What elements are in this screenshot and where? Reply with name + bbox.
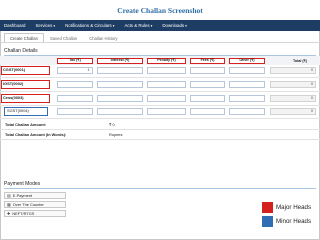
igst-interest-input[interactable] [97, 81, 143, 88]
spinner-icon[interactable]: ⇕ [87, 68, 90, 72]
cess-fees-input[interactable] [190, 95, 225, 102]
column-header-interest: Interest (₹) [97, 58, 143, 64]
legend-swatch-major [262, 202, 273, 213]
column-header-total: Total (₹) [293, 59, 307, 63]
cess-penalty-input[interactable] [147, 95, 186, 102]
column-header-other: Other (₹) [229, 58, 265, 64]
nav-dashboard[interactable]: Dashboard [4, 23, 25, 28]
cgst-other-input[interactable] [229, 67, 265, 74]
row-divider [0, 139, 320, 140]
chevron-down-icon: ▾ [53, 24, 56, 28]
payment-option-otc[interactable]: ▦ Over The Counter [4, 201, 66, 208]
row-label-cess: Cess(0003) [1, 94, 50, 103]
row-divider [0, 105, 320, 106]
row-divider [0, 118, 320, 119]
sgst-total-field [270, 108, 316, 115]
challan-details-heading: Challan Details [4, 48, 38, 54]
igst-tax-input[interactable] [57, 81, 93, 88]
sgst-interest-input[interactable] [97, 108, 143, 115]
payment-option-neft[interactable]: ✚ NEFT/RTGS [4, 210, 66, 217]
payment-option-label: Over The Counter [12, 202, 44, 207]
cgst-interest-input[interactable] [97, 67, 143, 74]
cgst-total-value: 0 [311, 68, 313, 72]
tab-challan-history[interactable]: Challan History [83, 33, 123, 42]
cess-other-input[interactable] [229, 95, 265, 102]
top-navbar: Dashboard Services▾ Notifications & Circ… [0, 20, 320, 31]
bank-transfer-icon: ✚ [7, 211, 11, 216]
igst-fees-input[interactable] [190, 81, 225, 88]
tab-create-challan[interactable]: Create Challan [4, 33, 44, 42]
igst-penalty-input[interactable] [147, 81, 186, 88]
total-words-value: Rupees [109, 132, 123, 137]
igst-other-input[interactable] [229, 81, 265, 88]
section-divider [4, 188, 316, 189]
sgst-total-value: 0 [311, 109, 313, 113]
sgst-fees-input[interactable] [190, 108, 225, 115]
total-amount-label: Total Challan Amount: [5, 122, 47, 127]
row-label-igst: IGST(0002) [1, 80, 50, 89]
tab-saved-challan[interactable]: Saved Challan [44, 33, 83, 42]
cess-tax-input[interactable] [57, 95, 93, 102]
cess-total-field [270, 95, 316, 102]
cess-total-value: 0 [311, 96, 313, 100]
payment-option-label: NEFT/RTGS [12, 211, 35, 216]
sgst-other-input[interactable] [229, 108, 265, 115]
chevron-down-icon: ▾ [150, 24, 153, 28]
chevron-down-icon: ▾ [185, 24, 187, 28]
row-label-sgst: SGST(0004) [4, 107, 48, 116]
row-divider [0, 91, 320, 92]
cess-interest-input[interactable] [97, 95, 143, 102]
column-header-tax: Tax (₹) [57, 58, 93, 64]
legend-swatch-minor [262, 216, 273, 227]
nav-downloads[interactable]: Downloads▾ [162, 23, 187, 28]
igst-total-field [270, 81, 316, 88]
payment-modes-heading: Payment Modes [4, 181, 41, 187]
challan-tabs: Create Challan Saved Challan Challan His… [0, 33, 320, 43]
page-title: Create Challan Screenshot [117, 6, 203, 15]
total-amount-value: ₹ 0 [109, 122, 115, 127]
row-divider [0, 77, 320, 78]
cgst-fees-input[interactable] [190, 67, 225, 74]
column-header-penalty: Penalty (₹) [147, 58, 186, 64]
row-label-cgst: CGST(0001) [1, 66, 50, 75]
sgst-tax-input[interactable] [57, 108, 93, 115]
nav-services[interactable]: Services▾ [35, 23, 55, 28]
legend-label-major: Major Heads [276, 204, 312, 211]
nav-notifications[interactable]: Notifications & Circulars▾ [65, 23, 114, 28]
column-header-fees: Fees (₹) [190, 58, 225, 64]
cgst-penalty-input[interactable] [147, 67, 186, 74]
credit-card-icon: ▤ [7, 193, 11, 198]
legend-label-minor: Minor Heads [276, 218, 312, 225]
counter-icon: ▦ [7, 202, 11, 207]
payment-option-label: E-Payment [12, 193, 33, 198]
sgst-penalty-input[interactable] [147, 108, 186, 115]
nav-acts-rules[interactable]: Acts & Rules▾ [124, 23, 152, 28]
chevron-down-icon: ▾ [112, 24, 115, 28]
igst-total-value: 0 [311, 82, 313, 86]
payment-option-epayment[interactable]: ▤ E-Payment [4, 192, 66, 199]
row-divider [0, 129, 320, 130]
total-words-label: Total Challan Amount (In Words): [5, 132, 67, 137]
cgst-total-field [270, 67, 316, 74]
